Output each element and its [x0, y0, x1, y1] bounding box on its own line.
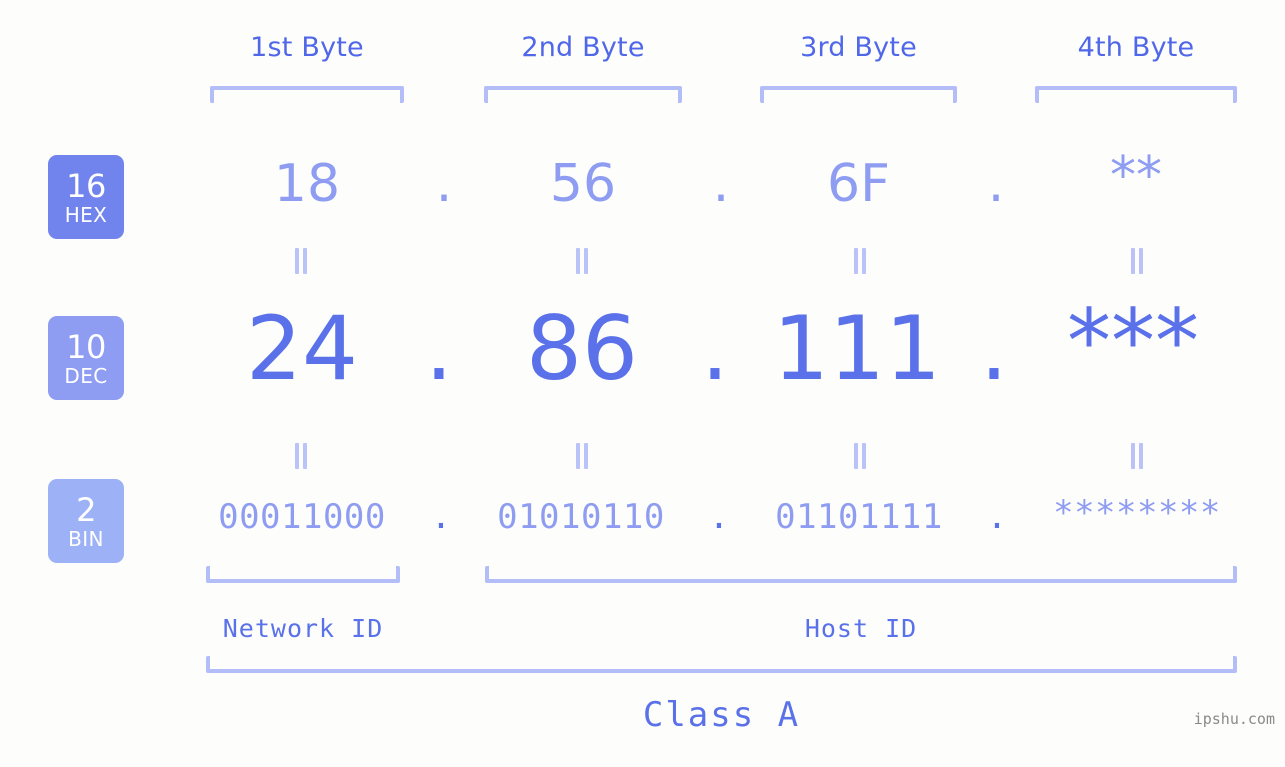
class-bracket [206, 656, 1237, 673]
equals-icon-hex-dec-1 [290, 248, 312, 274]
network-id-bracket [206, 566, 400, 583]
equals-icon-hex-dec-4 [1126, 248, 1148, 274]
host-id-label: Host ID [804, 614, 918, 643]
equals-icon-hex-dec-2 [571, 248, 593, 274]
base-badge-hex-number: 16 [66, 166, 106, 205]
hex-byte-value-4: ** [1110, 146, 1162, 206]
base-badge-hex-system: HEX [64, 202, 108, 227]
dec-byte-value-1: 24 [246, 297, 358, 400]
ip-byte-breakdown-diagram: 1st Byte 2nd Byte 3rd Byte 4th Byte 16 H… [0, 0, 1285, 767]
byte-header-label-4: 4th Byte [1077, 32, 1195, 63]
base-badge-hex[interactable]: 16 HEX [48, 155, 124, 239]
byte-bracket-top-1 [210, 86, 404, 103]
base-badge-bin[interactable]: 2 BIN [48, 479, 124, 563]
dec-byte-value-4: *** [1067, 290, 1199, 393]
bin-separator-1: . [430, 497, 452, 537]
base-badge-dec[interactable]: 10 DEC [48, 316, 124, 400]
dec-separator-2: . [701, 297, 729, 400]
dec-separator-3: . [980, 297, 1008, 400]
byte-header-label-1: 1st Byte [250, 32, 364, 63]
hex-byte-value-1: 18 [273, 154, 341, 214]
bin-separator-2: . [708, 497, 730, 537]
dec-byte-value-3: 111 [773, 297, 941, 400]
bin-byte-value-2: 01010110 [497, 497, 665, 537]
hex-byte-value-2: 56 [549, 154, 617, 214]
bin-separator-3: . [986, 497, 1008, 537]
dec-byte-value-2: 86 [526, 297, 638, 400]
host-id-bracket [485, 566, 1237, 583]
base-badge-dec-system: DEC [64, 363, 108, 388]
equals-icon-dec-bin-2 [571, 443, 593, 469]
hex-byte-value-3: 6F [827, 154, 890, 214]
equals-icon-dec-bin-3 [849, 443, 871, 469]
hex-separator-3: . [987, 154, 1005, 214]
hex-separator-2: . [712, 154, 730, 214]
byte-header-label-3: 3rd Byte [800, 32, 917, 63]
hex-separator-1: . [435, 154, 453, 214]
bin-byte-value-4: ******** [1053, 493, 1221, 533]
bin-byte-value-3: 01101111 [775, 497, 943, 537]
byte-bracket-top-2 [484, 86, 682, 103]
byte-header-label-2: 2nd Byte [521, 32, 645, 63]
base-badge-dec-number: 10 [66, 327, 106, 366]
base-badge-bin-number: 2 [76, 490, 96, 529]
watermark: ipshu.com [1193, 710, 1275, 728]
bin-byte-value-1: 00011000 [218, 497, 386, 537]
network-id-label: Network ID [222, 614, 384, 643]
byte-bracket-top-4 [1035, 86, 1237, 103]
equals-icon-dec-bin-1 [290, 443, 312, 469]
byte-bracket-top-3 [760, 86, 957, 103]
dec-separator-1: . [425, 297, 453, 400]
class-label: Class A [642, 695, 801, 735]
base-badge-bin-system: BIN [68, 526, 104, 551]
equals-icon-dec-bin-4 [1126, 443, 1148, 469]
equals-icon-hex-dec-3 [849, 248, 871, 274]
